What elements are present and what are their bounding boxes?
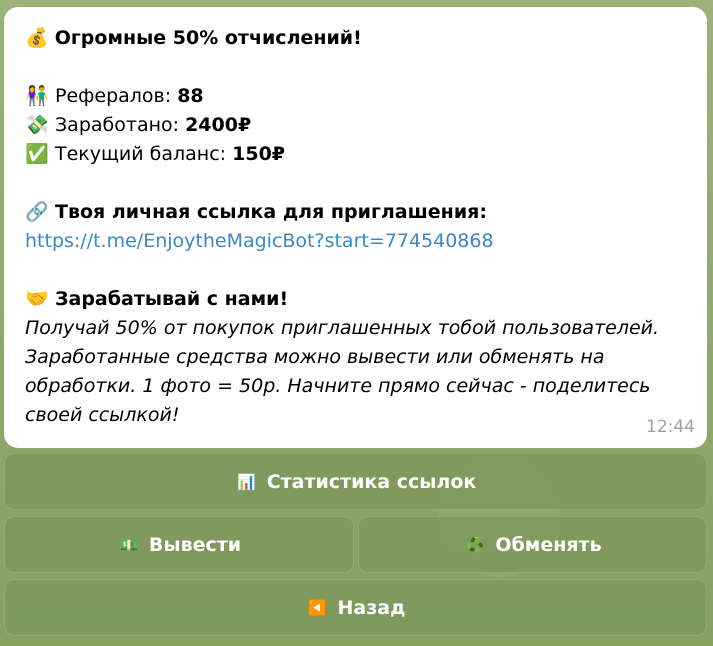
balance-row: ✅ Текущий баланс: 150₽ bbox=[25, 140, 707, 169]
couple-icon: 👫 bbox=[25, 85, 49, 107]
message-title: 💰 Огромные 50% отчислений! bbox=[25, 24, 707, 53]
earned-label: Заработано: bbox=[55, 114, 180, 136]
referrals-row: 👫 Рефералов: 88 bbox=[25, 82, 707, 111]
recycle-icon: ♻️ bbox=[466, 535, 485, 554]
link-heading-row: 🔗 Твоя личная ссылка для приглашения: bbox=[25, 198, 707, 227]
bar-chart-icon: 📊 bbox=[237, 472, 257, 491]
referral-link[interactable]: https://t.me/EnjoytheMagicBot?start=7745… bbox=[25, 230, 494, 252]
earn-heading-row: 🤝 Зарабатывай с нами! bbox=[25, 285, 707, 314]
stats-button[interactable]: 📊 Статистика ссылок bbox=[4, 453, 707, 510]
dollar-banknote-icon: 💵 bbox=[119, 535, 139, 554]
withdraw-button-label: Вывести bbox=[148, 533, 242, 556]
description-line: Получай 50% от покупок приглашенных тобо… bbox=[25, 317, 660, 339]
handshake-icon: 🤝 bbox=[25, 288, 49, 310]
stats-button-label: Статистика ссылок bbox=[266, 470, 477, 493]
exchange-button[interactable]: ♻️ Обменять bbox=[358, 516, 707, 573]
earned-value: 2400₽ bbox=[185, 114, 252, 136]
money-bag-icon: 💰 bbox=[25, 27, 49, 49]
back-button-label: Назад bbox=[337, 596, 406, 619]
balance-label: Текущий баланс: bbox=[55, 143, 227, 165]
title-text: Огромные 50% отчислений! bbox=[54, 27, 362, 49]
back-arrow-icon: ◀️ bbox=[308, 598, 327, 617]
back-button[interactable]: ◀️ Назад bbox=[4, 579, 707, 636]
withdraw-button[interactable]: 💵 Вывести bbox=[4, 516, 354, 573]
message-bubble: 💰 Огромные 50% отчислений! 👫 Рефералов: 8… bbox=[4, 7, 707, 448]
check-mark-icon: ✅ bbox=[25, 143, 49, 165]
description-line: обработки. 1 фото = 50р. Начните прямо с… bbox=[25, 375, 651, 397]
exchange-button-label: Обменять bbox=[495, 533, 602, 556]
referrals-label: Рефералов: bbox=[55, 85, 172, 107]
balance-value: 150₽ bbox=[232, 143, 286, 165]
referrals-value: 88 bbox=[177, 85, 204, 107]
earned-row: 💸 Заработано: 2400₽ bbox=[25, 111, 707, 140]
link-icon: 🔗 bbox=[25, 201, 49, 223]
link-heading: Твоя личная ссылка для приглашения: bbox=[55, 201, 487, 223]
description-line: Заработанные средства можно вывести или … bbox=[25, 346, 605, 368]
description-line: своей ссылкой! bbox=[25, 404, 180, 426]
message-time: 12:44 bbox=[646, 417, 695, 437]
money-wings-icon: 💸 bbox=[25, 114, 49, 136]
earn-heading: Зарабатывай с нами! bbox=[55, 288, 289, 310]
